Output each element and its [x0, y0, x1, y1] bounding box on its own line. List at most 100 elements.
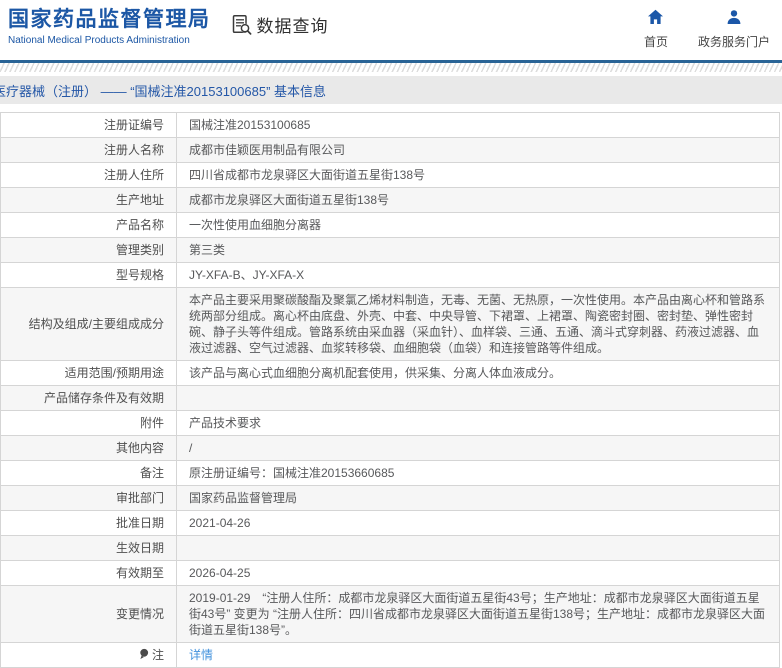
breadcrumb: 医疗器械（注册） —— “国械注准20153100685” 基本信息 [0, 83, 327, 99]
row-value: 原注册证编号：国械注准20153660685 [176, 460, 780, 486]
row-label: 有效期至 [0, 560, 177, 586]
row-value: / [176, 435, 780, 461]
row-value: 第三类 [176, 237, 780, 263]
table-row: 有效期至 2026-04-25 [0, 560, 780, 586]
row-label: 适用范围/预期用途 [0, 360, 177, 386]
row-value: 四川省成都市龙泉驿区大面街道五星街138号 [176, 162, 780, 188]
hatched-band [0, 63, 782, 72]
row-value: 国家药品监督管理局 [176, 485, 780, 511]
table-row: 型号规格 JY-XFA-B、JY-XFA-X [0, 262, 780, 288]
row-label: 管理类别 [0, 237, 177, 263]
table-row: 生产地址 成都市龙泉驿区大面街道五星街138号 [0, 187, 780, 213]
row-label: 产品名称 [0, 212, 177, 238]
row-value-text: 成都市佳颖医用制品有限公司 [189, 143, 346, 157]
table-row: 审批部门 国家药品监督管理局 [0, 485, 780, 511]
row-value [176, 535, 780, 561]
row-value-text: 2019-01-29 “注册人住所：成都市龙泉驿区大面街道五星街43号；生产地址… [189, 591, 766, 637]
row-value: 国械注准20153100685 [176, 112, 780, 138]
table-row: 批准日期 2021-04-26 [0, 510, 780, 536]
row-label: 注册证编号 [0, 112, 177, 138]
row-value: 2019-01-29 “注册人住所：成都市龙泉驿区大面街道五星街43号；生产地址… [176, 585, 780, 643]
row-label-text: 审批部门 [115, 491, 164, 505]
row-value: 2021-04-26 [176, 510, 780, 536]
row-label-text: 注册证编号 [103, 118, 164, 132]
nav-home-label: 首页 [643, 35, 668, 49]
row-label: 产品储存条件及有效期 [0, 385, 177, 411]
row-label-text: 变更情况 [115, 607, 164, 621]
row-label-text: 附件 [139, 416, 164, 430]
row-label-text: 有效期至 [115, 566, 164, 580]
table-row: 变更情况 2019-01-29 “注册人住所：成都市龙泉驿区大面街道五星街43号；… [0, 585, 780, 643]
table-row: 备注 原注册证编号：国械注准20153660685 [0, 460, 780, 486]
row-label-text: 批准日期 [115, 516, 164, 530]
user-icon [726, 9, 742, 30]
detail-link[interactable]: 详情 [189, 648, 213, 662]
row-value-text: / [189, 441, 193, 455]
row-label-text: 适用范围/预期用途 [64, 366, 164, 380]
row-label-text: 生效日期 [115, 541, 164, 555]
row-label-text: 注册人住所 [103, 168, 164, 182]
row-label-text: 其他内容 [115, 441, 164, 455]
row-value: 本产品主要采用聚碳酸酯及聚氯乙烯材料制造，无毒、无菌、无热原，一次性使用。本产品… [176, 287, 780, 361]
table-row: 管理类别 第三类 [0, 237, 780, 263]
row-value [176, 385, 780, 411]
table-row: 产品名称 一次性使用血细胞分离器 [0, 212, 780, 238]
row-label-text: 生产地址 [115, 193, 164, 207]
top-nav: 首页 政务服务门户 [644, 9, 770, 50]
row-label: 批准日期 [0, 510, 177, 536]
row-value-text: 第三类 [189, 243, 226, 257]
row-value-text: 国械注准20153100685 [189, 118, 311, 132]
breadcrumb-bar: 医疗器械（注册） —— “国械注准20153100685” 基本信息 [0, 76, 782, 104]
row-value-text: JY-XFA-B、JY-XFA-X [189, 268, 305, 282]
table-row: 产品储存条件及有效期 [0, 385, 780, 411]
row-label: 型号规格 [0, 262, 177, 288]
row-value: 2026-04-25 [176, 560, 780, 586]
row-label-text: 注册人名称 [103, 143, 164, 157]
row-label-text: 产品名称 [115, 218, 164, 232]
table-row: 注册人住所 四川省成都市龙泉驿区大面街道五星街138号 [0, 162, 780, 188]
table-row: 附件 产品技术要求 [0, 410, 780, 436]
table-row: 生效日期 [0, 535, 780, 561]
row-label: 附件 [0, 410, 177, 436]
row-value-text: 产品技术要求 [189, 416, 262, 430]
row-label: 生效日期 [0, 535, 177, 561]
nmpa-logo[interactable]: 国家药品监督管理局 National Medical Products Admi… [8, 7, 211, 47]
row-label: 审批部门 [0, 485, 177, 511]
home-icon [647, 9, 664, 30]
row-label-text: 注 [151, 648, 164, 662]
row-value-text: 本产品主要采用聚碳酸酯及聚氯乙烯材料制造，无毒、无菌、无热原，一次性使用。本产品… [189, 293, 766, 355]
data-query-title: 数据查询 [231, 12, 329, 37]
row-label: 注册人住所 [0, 162, 177, 188]
row-label-text: 型号规格 [115, 268, 164, 282]
table-row: 注册证编号 国械注准20153100685 [0, 112, 780, 138]
info-table-body: 注册证编号 国械注准20153100685 注册人名称 成都市佳颖医用制品有限公司 注册… [0, 112, 780, 668]
row-label-text: 结构及组成/主要组成成分 [28, 317, 164, 331]
row-value: 详情 [176, 642, 780, 668]
row-label: 生产地址 [0, 187, 177, 213]
row-value-text: 2026-04-25 [189, 566, 251, 580]
row-value-text: 国家药品监督管理局 [189, 491, 298, 505]
row-value: 成都市龙泉驿区大面街道五星街138号 [176, 187, 780, 213]
org-name-zh: 国家药品监督管理局 [8, 8, 211, 31]
row-label: 变更情况 [0, 585, 177, 643]
table-row: 结构及组成/主要组成成分 本产品主要采用聚碳酸酯及聚氯乙烯材料制造，无毒、无菌、无… [0, 287, 780, 361]
data-query-label: 数据查询 [256, 17, 329, 36]
table-row: 注 详情 [0, 642, 780, 668]
nav-portal[interactable]: 政务服务门户 [698, 9, 770, 50]
row-value-text: 原注册证编号：国械注准20153660685 [189, 466, 395, 480]
row-value-text: 该产品与离心式血细胞分离机配套使用，供采集、分离人体血液成分。 [189, 366, 562, 380]
row-label: 结构及组成/主要组成成分 [0, 287, 177, 361]
nav-home[interactable]: 首页 [644, 9, 668, 50]
row-label: 备注 [0, 460, 177, 486]
row-value-text: 2021-04-26 [189, 516, 251, 530]
table-row: 其他内容 / [0, 435, 780, 461]
document-search-icon [231, 14, 253, 36]
row-label: 其他内容 [0, 435, 177, 461]
org-name-en: National Medical Products Administration [8, 35, 190, 46]
row-value: JY-XFA-B、JY-XFA-X [176, 262, 780, 288]
row-label-text: 备注 [139, 466, 164, 480]
note-icon [138, 648, 150, 660]
row-value: 成都市佳颖医用制品有限公司 [176, 137, 780, 163]
table-row: 注册人名称 成都市佳颖医用制品有限公司 [0, 137, 780, 163]
nav-portal-label: 政务服务门户 [697, 35, 770, 49]
